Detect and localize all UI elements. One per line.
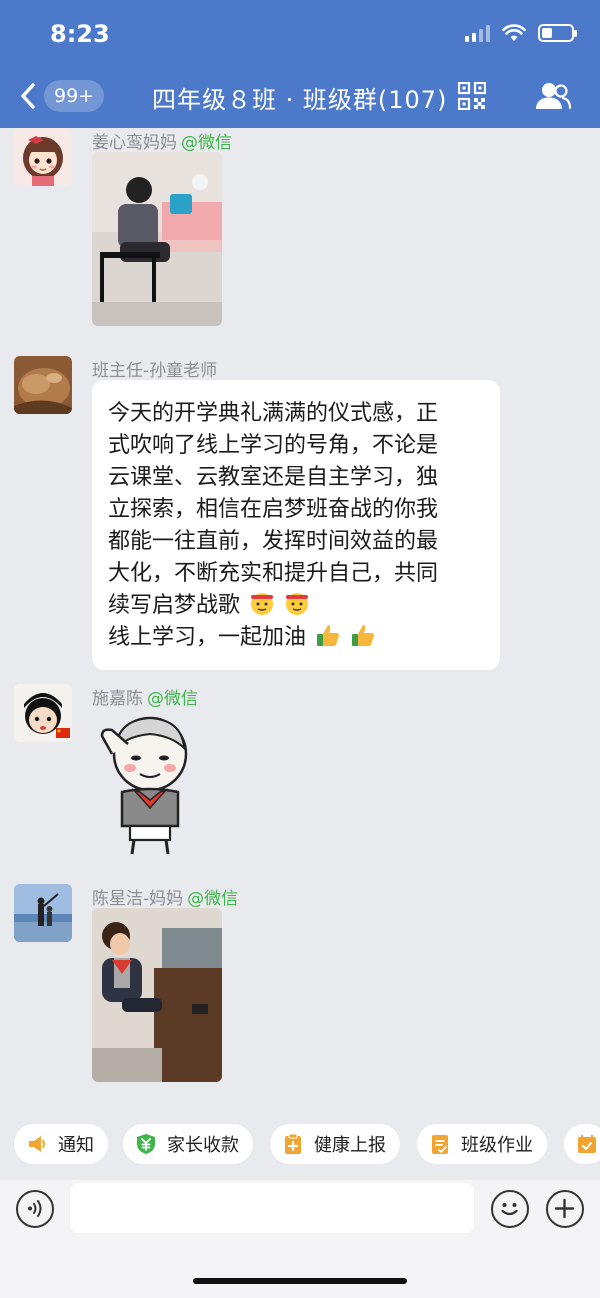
photo-child-at-table bbox=[92, 908, 222, 1082]
chat-message-list[interactable]: 姜心鸾妈妈 @微信 班主任-孙童老师 今天的开学典礼满满的仪式感，正 式吹响了线… bbox=[0, 128, 600, 1110]
quick-action-more[interactable] bbox=[564, 1124, 600, 1164]
plus-icon bbox=[554, 1198, 575, 1219]
saluting-boy-sticker bbox=[100, 716, 188, 855]
unread-count-badge[interactable]: 99+ bbox=[44, 80, 105, 112]
voice-wave-icon bbox=[28, 1200, 42, 1217]
chip-label: 健康上报 bbox=[314, 1135, 386, 1156]
message-line: 今天的开学典礼满满的仪式感，正 bbox=[108, 401, 439, 426]
quick-action-bar[interactable]: 通知 家长收款 健康上报 班级作业 bbox=[0, 1110, 600, 1180]
voice-input-button[interactable] bbox=[16, 1190, 54, 1228]
chip-label: 通知 bbox=[58, 1135, 94, 1156]
thumbs-up-emoji-icon bbox=[352, 625, 375, 646]
back-button[interactable] bbox=[14, 78, 42, 114]
cartoon-girl-avatar bbox=[14, 128, 72, 186]
message-line-with-emoji: 线上学习，一起加油 bbox=[108, 622, 484, 654]
avatar[interactable] bbox=[14, 884, 72, 942]
megaphone-icon bbox=[29, 1136, 45, 1152]
chat-nav-bar: 99+ 四年级８班 · 班级群(107) bbox=[0, 70, 600, 122]
chat-title: 四年级８班 · 班级群(107) bbox=[152, 86, 448, 114]
wifi-icon bbox=[502, 24, 526, 41]
avatar[interactable] bbox=[14, 684, 72, 742]
clipboard-plus-icon bbox=[285, 1133, 301, 1154]
image-message[interactable] bbox=[92, 908, 222, 1082]
beach-photo-avatar bbox=[14, 884, 72, 942]
sticker-message[interactable] bbox=[92, 708, 208, 856]
message-input-bar bbox=[0, 1180, 600, 1298]
chevron-left-icon bbox=[21, 83, 35, 109]
cat-photo-avatar bbox=[14, 356, 72, 414]
sender-name: 班主任-孙童老师 bbox=[92, 361, 218, 381]
text-message-bubble[interactable]: 今天的开学典礼满满的仪式感，正 式吹响了线上学习的号角，不论是 云课堂、云教室还… bbox=[92, 380, 500, 670]
wechat-source-tag: @微信 bbox=[187, 889, 239, 909]
qr-code-icon[interactable] bbox=[458, 82, 486, 110]
emoji-button[interactable] bbox=[491, 1190, 529, 1228]
status-time: 8:23 bbox=[50, 20, 110, 48]
more-options-button[interactable] bbox=[546, 1190, 584, 1228]
determined-face-emoji-icon bbox=[251, 593, 274, 615]
sender-name: 陈星洁-妈妈 @微信 bbox=[92, 889, 239, 909]
calendar-check-icon bbox=[578, 1135, 596, 1153]
message-line: 式吹响了线上学习的号角，不论是 bbox=[108, 433, 439, 458]
message-line: 都能一往直前，发挥时间效益的最 bbox=[108, 529, 439, 554]
avatar[interactable] bbox=[14, 128, 72, 186]
quick-action-parent-payment[interactable]: 家长收款 bbox=[123, 1124, 253, 1164]
message-line: 云课堂、云教室还是自主学习，独 bbox=[108, 465, 439, 490]
message-text-input[interactable] bbox=[70, 1183, 474, 1233]
homework-icon bbox=[432, 1135, 448, 1154]
chip-label: 班级作业 bbox=[461, 1135, 533, 1156]
yen-shield-icon bbox=[137, 1134, 155, 1154]
quick-action-class-homework[interactable]: 班级作业 bbox=[417, 1124, 547, 1164]
message-line: 大化，不断充实和提升自己，共同 bbox=[108, 561, 439, 586]
cartoon-boy-avatar bbox=[14, 684, 72, 742]
group-members-icon[interactable] bbox=[534, 82, 572, 110]
status-icons bbox=[465, 24, 577, 42]
home-indicator[interactable] bbox=[193, 1278, 407, 1284]
quick-action-notice[interactable]: 通知 bbox=[14, 1124, 108, 1164]
quick-action-health-report[interactable]: 健康上报 bbox=[270, 1124, 400, 1164]
sender-name: 姜心鸾妈妈 @微信 bbox=[92, 133, 232, 153]
wechat-source-tag: @微信 bbox=[147, 689, 198, 709]
smiley-face-icon bbox=[501, 1203, 518, 1216]
wechat-source-tag: @微信 bbox=[181, 133, 232, 153]
photo-child-at-desk bbox=[92, 152, 222, 326]
top-bar: 8:23 99+ 四年级８班 · 班级群(107) bbox=[0, 0, 600, 128]
battery-icon bbox=[538, 24, 577, 42]
avatar[interactable] bbox=[14, 356, 72, 414]
chip-label: 家长收款 bbox=[167, 1135, 239, 1156]
determined-face-emoji-icon bbox=[286, 593, 309, 615]
image-message[interactable] bbox=[92, 152, 222, 326]
message-line-with-emoji: 续写启梦战歌 bbox=[108, 590, 484, 622]
message-line: 立探索，相信在启梦班奋战的你我 bbox=[108, 497, 439, 522]
sender-name: 施嘉陈 @微信 bbox=[92, 689, 198, 709]
cellular-signal-icon bbox=[465, 24, 490, 42]
thumbs-up-emoji-icon bbox=[317, 625, 340, 646]
